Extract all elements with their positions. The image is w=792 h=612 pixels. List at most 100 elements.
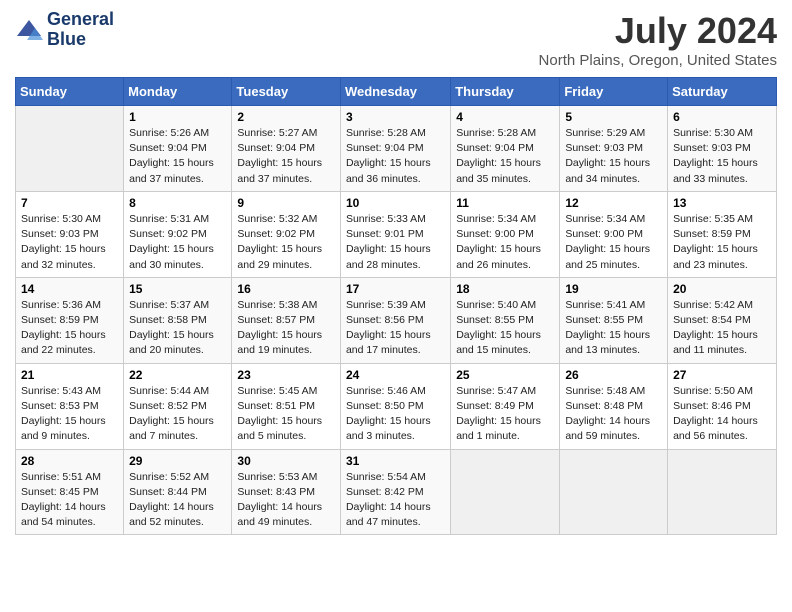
- calendar-cell: [668, 449, 777, 535]
- calendar-cell: 18Sunrise: 5:40 AM Sunset: 8:55 PM Dayli…: [451, 277, 560, 363]
- week-row-4: 21Sunrise: 5:43 AM Sunset: 8:53 PM Dayli…: [16, 363, 777, 449]
- day-info: Sunrise: 5:26 AM Sunset: 9:04 PM Dayligh…: [129, 126, 226, 187]
- subtitle: North Plains, Oregon, United States: [539, 52, 777, 69]
- calendar-cell: 9 Sunrise: 5:32 AM Sunset: 9:02 PM Daylig…: [232, 191, 341, 277]
- day-number: 21: [21, 368, 118, 382]
- calendar-cell: 19 Sunrise: 5:41 AM Sunset: 8:55 PM Dayli…: [560, 277, 668, 363]
- day-number: 23: [237, 368, 335, 382]
- calendar-cell: 1Sunrise: 5:26 AM Sunset: 9:04 PM Daylig…: [124, 106, 232, 192]
- day-info: Sunrise: 5:33 AM Sunset: 9:01 PM Dayligh…: [346, 212, 445, 273]
- calendar-cell: 26 Sunrise: 5:48 AM Sunset: 8:48 PM Dayli…: [560, 363, 668, 449]
- day-info: Sunrise: 5:42 AM Sunset: 8:54 PM Dayligh…: [673, 298, 771, 359]
- day-number: 13: [673, 196, 771, 210]
- calendar-cell: 13Sunrise: 5:35 AM Sunset: 8:59 PM Dayli…: [668, 191, 777, 277]
- day-number: 3: [346, 110, 445, 124]
- day-info: Sunrise: 5:51 AM Sunset: 8:45 PM Dayligh…: [21, 470, 118, 531]
- day-info: Sunrise: 5:52 AM Sunset: 8:44 PM Dayligh…: [129, 470, 226, 531]
- calendar-cell: 31Sunrise: 5:54 AM Sunset: 8:42 PM Dayli…: [340, 449, 450, 535]
- day-number: 14: [21, 282, 118, 296]
- day-info: Sunrise: 5:47 AM Sunset: 8:49 PM Dayligh…: [456, 384, 554, 445]
- calendar-cell: 2Sunrise: 5:27 AM Sunset: 9:04 PM Daylig…: [232, 106, 341, 192]
- logo-line2: Blue: [47, 30, 114, 50]
- day-number: 11: [456, 196, 554, 210]
- day-info: Sunrise: 5:32 AM Sunset: 9:02 PM Dayligh…: [237, 212, 335, 273]
- week-row-5: 28 Sunrise: 5:51 AM Sunset: 8:45 PM Dayli…: [16, 449, 777, 535]
- calendar-cell: 27Sunrise: 5:50 AM Sunset: 8:46 PM Dayli…: [668, 363, 777, 449]
- day-number: 28: [21, 454, 118, 468]
- day-info: Sunrise: 5:36 AM Sunset: 8:59 PM Dayligh…: [21, 298, 118, 359]
- calendar-cell: 11 Sunrise: 5:34 AM Sunset: 9:00 PM Dayli…: [451, 191, 560, 277]
- calendar-cell: 16 Sunrise: 5:38 AM Sunset: 8:57 PM Dayli…: [232, 277, 341, 363]
- day-info: Sunrise: 5:28 AM Sunset: 9:04 PM Dayligh…: [456, 126, 554, 187]
- day-info: Sunrise: 5:30 AM Sunset: 9:03 PM Dayligh…: [673, 126, 771, 187]
- header-day-tuesday: Tuesday: [232, 78, 341, 106]
- day-info: Sunrise: 5:34 AM Sunset: 9:00 PM Dayligh…: [456, 212, 554, 273]
- calendar-cell: 8 Sunrise: 5:31 AM Sunset: 9:02 PM Daylig…: [124, 191, 232, 277]
- calendar-cell: 21Sunrise: 5:43 AM Sunset: 8:53 PM Dayli…: [16, 363, 124, 449]
- calendar-cell: 5 Sunrise: 5:29 AM Sunset: 9:03 PM Daylig…: [560, 106, 668, 192]
- day-info: Sunrise: 5:46 AM Sunset: 8:50 PM Dayligh…: [346, 384, 445, 445]
- day-number: 7: [21, 196, 118, 210]
- logo-line1: General: [47, 10, 114, 30]
- week-row-1: 1Sunrise: 5:26 AM Sunset: 9:04 PM Daylig…: [16, 106, 777, 192]
- day-info: Sunrise: 5:44 AM Sunset: 8:52 PM Dayligh…: [129, 384, 226, 445]
- calendar-cell: [16, 106, 124, 192]
- week-row-3: 14 Sunrise: 5:36 AM Sunset: 8:59 PM Dayli…: [16, 277, 777, 363]
- day-number: 6: [673, 110, 771, 124]
- logo-icon: [15, 16, 43, 44]
- header-day-thursday: Thursday: [451, 78, 560, 106]
- day-info: Sunrise: 5:50 AM Sunset: 8:46 PM Dayligh…: [673, 384, 771, 445]
- day-number: 15: [129, 282, 226, 296]
- day-number: 24: [346, 368, 445, 382]
- calendar-cell: 22Sunrise: 5:44 AM Sunset: 8:52 PM Dayli…: [124, 363, 232, 449]
- day-info: Sunrise: 5:39 AM Sunset: 8:56 PM Dayligh…: [346, 298, 445, 359]
- day-number: 18: [456, 282, 554, 296]
- header-day-sunday: Sunday: [16, 78, 124, 106]
- calendar-cell: 24 Sunrise: 5:46 AM Sunset: 8:50 PM Dayli…: [340, 363, 450, 449]
- day-info: Sunrise: 5:45 AM Sunset: 8:51 PM Dayligh…: [237, 384, 335, 445]
- day-info: Sunrise: 5:37 AM Sunset: 8:58 PM Dayligh…: [129, 298, 226, 359]
- calendar-table: SundayMondayTuesdayWednesdayThursdayFrid…: [15, 77, 777, 535]
- day-number: 25: [456, 368, 554, 382]
- page-header: General Blue July 2024 North Plains, Ore…: [15, 10, 777, 69]
- day-info: Sunrise: 5:54 AM Sunset: 8:42 PM Dayligh…: [346, 470, 445, 531]
- calendar-cell: 12 Sunrise: 5:34 AM Sunset: 9:00 PM Dayli…: [560, 191, 668, 277]
- day-info: Sunrise: 5:41 AM Sunset: 8:55 PM Dayligh…: [565, 298, 662, 359]
- calendar-cell: 14 Sunrise: 5:36 AM Sunset: 8:59 PM Dayli…: [16, 277, 124, 363]
- logo-text: General Blue: [47, 10, 114, 50]
- calendar-cell: 30 Sunrise: 5:53 AM Sunset: 8:43 PM Dayli…: [232, 449, 341, 535]
- calendar-cell: 28 Sunrise: 5:51 AM Sunset: 8:45 PM Dayli…: [16, 449, 124, 535]
- calendar-cell: 20 Sunrise: 5:42 AM Sunset: 8:54 PM Dayli…: [668, 277, 777, 363]
- calendar-header-row: SundayMondayTuesdayWednesdayThursdayFrid…: [16, 78, 777, 106]
- day-info: Sunrise: 5:29 AM Sunset: 9:03 PM Dayligh…: [565, 126, 662, 187]
- calendar-cell: [451, 449, 560, 535]
- day-number: 12: [565, 196, 662, 210]
- day-info: Sunrise: 5:34 AM Sunset: 9:00 PM Dayligh…: [565, 212, 662, 273]
- calendar-cell: 29 Sunrise: 5:52 AM Sunset: 8:44 PM Dayli…: [124, 449, 232, 535]
- day-info: Sunrise: 5:48 AM Sunset: 8:48 PM Dayligh…: [565, 384, 662, 445]
- day-number: 9: [237, 196, 335, 210]
- day-number: 8: [129, 196, 226, 210]
- main-title: July 2024: [539, 10, 777, 52]
- day-number: 17: [346, 282, 445, 296]
- day-number: 5: [565, 110, 662, 124]
- day-number: 16: [237, 282, 335, 296]
- day-number: 29: [129, 454, 226, 468]
- calendar-cell: 7Sunrise: 5:30 AM Sunset: 9:03 PM Daylig…: [16, 191, 124, 277]
- header-day-saturday: Saturday: [668, 78, 777, 106]
- title-area: July 2024 North Plains, Oregon, United S…: [539, 10, 777, 69]
- calendar-cell: [560, 449, 668, 535]
- day-number: 26: [565, 368, 662, 382]
- day-number: 4: [456, 110, 554, 124]
- day-number: 19: [565, 282, 662, 296]
- day-info: Sunrise: 5:31 AM Sunset: 9:02 PM Dayligh…: [129, 212, 226, 273]
- calendar-cell: 3Sunrise: 5:28 AM Sunset: 9:04 PM Daylig…: [340, 106, 450, 192]
- day-number: 30: [237, 454, 335, 468]
- day-number: 20: [673, 282, 771, 296]
- header-day-wednesday: Wednesday: [340, 78, 450, 106]
- day-info: Sunrise: 5:38 AM Sunset: 8:57 PM Dayligh…: [237, 298, 335, 359]
- week-row-2: 7Sunrise: 5:30 AM Sunset: 9:03 PM Daylig…: [16, 191, 777, 277]
- day-number: 10: [346, 196, 445, 210]
- day-info: Sunrise: 5:53 AM Sunset: 8:43 PM Dayligh…: [237, 470, 335, 531]
- calendar-cell: 23 Sunrise: 5:45 AM Sunset: 8:51 PM Dayli…: [232, 363, 341, 449]
